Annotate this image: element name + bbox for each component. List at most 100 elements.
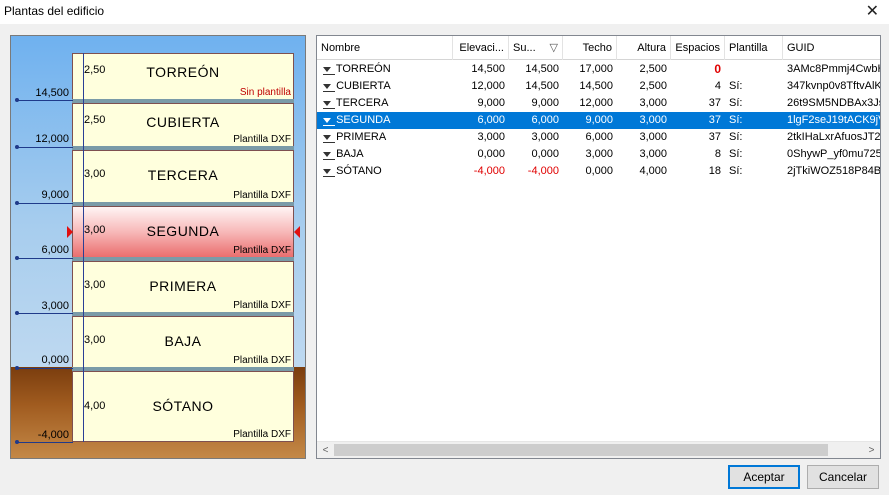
cell-techo: 14,500 <box>579 80 613 92</box>
cell-suelo: 14,500 <box>525 80 559 92</box>
cell-altura: 3,000 <box>639 114 667 126</box>
col-altura[interactable]: Altura <box>617 36 671 60</box>
cell-elevacion: 14,500 <box>471 63 505 75</box>
window-title: Plantas del edificio <box>4 4 105 18</box>
cell-espacios: 8 <box>714 148 721 160</box>
floor-level-icon <box>323 66 335 75</box>
level-label: 6,000 <box>41 244 69 256</box>
cell-altura: 3,000 <box>639 131 667 143</box>
col-nombre[interactable]: Nombre <box>317 36 453 60</box>
level-dot <box>15 98 19 102</box>
table-row[interactable]: TORREÓN 14,500 14,500 17,000 2,500 0 3AM… <box>317 61 880 78</box>
col-guid[interactable]: GUID <box>783 36 880 60</box>
cell-guid: 0ShywP_yf0mu725 <box>787 148 881 160</box>
level-label: 3,000 <box>41 300 69 312</box>
cell-nombre: SÓTANO <box>336 165 382 177</box>
cell-techo: 3,000 <box>585 148 613 160</box>
cancel-button[interactable]: Cancelar <box>807 465 879 489</box>
floor-template: Plantilla DXF <box>233 429 291 440</box>
sort-icon: ▽ <box>549 42 558 54</box>
floor-baja[interactable]: 3,00 BAJA Plantilla DXF <box>72 316 294 368</box>
col-plantilla[interactable]: Plantilla <box>725 36 783 60</box>
cell-altura: 2,500 <box>639 80 667 92</box>
floor-template: Plantilla DXF <box>233 134 291 145</box>
cell-techo: 6,000 <box>585 131 613 143</box>
cell-nombre: TERCERA <box>335 97 389 109</box>
level-line <box>17 442 73 443</box>
cell-techo: 17,000 <box>579 63 613 75</box>
cell-suelo: 14,500 <box>525 63 559 75</box>
title-bar: Plantas del edificio ✕ <box>0 0 889 24</box>
floor-segunda[interactable]: 3,00 SEGUNDA Plantilla DXF <box>72 206 294 258</box>
floor-level-icon <box>323 168 335 177</box>
table-row[interactable]: TERCERA 9,000 9,000 12,000 3,000 37 Sí: … <box>317 95 881 112</box>
cell-nombre: TORREÓN <box>335 63 391 75</box>
floor-cubierta[interactable]: 2,50 CUBIERTA Plantilla DXF <box>72 103 294 147</box>
floor-template: Sin plantilla <box>239 87 291 98</box>
floor-template: Plantilla DXF <box>233 355 291 366</box>
col-elevacion[interactable]: Elevaci... <box>453 36 509 60</box>
close-icon[interactable]: ✕ <box>866 1 879 21</box>
floor-template: Plantilla DXF <box>233 245 291 256</box>
cell-elevacion: 12,000 <box>471 80 505 92</box>
level-dot <box>15 311 19 315</box>
cell-nombre: SEGUNDA <box>336 114 391 126</box>
cell-techo: 9,000 <box>585 114 613 126</box>
cell-suelo: 9,000 <box>531 97 559 109</box>
floor-tercera[interactable]: 3,00 TERCERA Plantilla DXF <box>72 150 294 203</box>
col-techo[interactable]: Techo <box>563 36 617 60</box>
horizontal-scrollbar[interactable]: < > <box>317 441 880 458</box>
level-line <box>17 100 73 101</box>
cell-plantilla: Sí: <box>729 131 743 143</box>
cell-guid: 26t9SM5NDBAx3Js <box>787 97 881 109</box>
accept-button[interactable]: Aceptar <box>728 465 800 489</box>
level-label: 14,500 <box>35 87 69 99</box>
level-label: -4,000 <box>37 429 69 441</box>
floor-level-icon <box>323 151 335 160</box>
floor-name: SEGUNDA <box>146 223 220 239</box>
col-suelo[interactable]: Su... ▽ <box>509 36 563 60</box>
building-section-diagram: 2,50 TORREÓN Sin plantilla 2,50 CUBIERTA… <box>10 35 306 459</box>
cell-guid: 1lgF2seJ19tACK9jV <box>787 114 881 126</box>
scrollbar-thumb[interactable] <box>334 444 828 456</box>
col-suelo-label: Su... <box>513 42 536 54</box>
cell-plantilla: Sí: <box>729 148 743 160</box>
scroll-right-icon[interactable]: > <box>863 442 880 458</box>
level-dot <box>15 256 19 260</box>
cell-plantilla: Sí: <box>729 165 743 177</box>
floor-sotano[interactable]: 4,00 SÓTANO Plantilla DXF <box>72 371 294 442</box>
floor-level-icon <box>323 100 335 109</box>
table-row[interactable]: PRIMERA 3,000 3,000 6,000 3,000 37 Sí: 2… <box>317 129 881 146</box>
cell-guid: 2tkIHaLxrAfuosJT2 <box>787 131 881 143</box>
floor-template: Plantilla DXF <box>233 190 291 201</box>
floor-name: BAJA <box>164 333 202 349</box>
cell-techo: 12,000 <box>579 97 613 109</box>
cell-guid: 347kvnp0v8TftvAlK <box>787 80 881 92</box>
scroll-left-icon[interactable]: < <box>317 442 334 458</box>
cell-espacios: 18 <box>708 165 721 177</box>
floors-table[interactable]: Nombre Elevaci... Su... ▽ Techo Altura Es… <box>316 35 881 459</box>
table-row[interactable]: BAJA 0,000 0,000 3,000 3,000 8 Sí: 0Shyw… <box>317 146 881 163</box>
cell-altura: 3,000 <box>639 148 667 160</box>
cell-plantilla: Sí: <box>729 97 743 109</box>
table-row-selected[interactable]: SEGUNDA 6,000 6,000 9,000 3,000 37 Sí: 1… <box>317 112 881 129</box>
level-line <box>17 203 73 204</box>
floor-primera[interactable]: 3,00 PRIMERA Plantilla DXF <box>72 261 294 313</box>
floor-level-icon <box>323 134 335 143</box>
level-line <box>17 368 73 369</box>
cell-espacios: 37 <box>708 131 721 143</box>
cell-guid: 2jTkiWOZ518P84B4 <box>787 165 881 177</box>
cell-elevacion: -4,000 <box>473 165 505 177</box>
floor-torreon[interactable]: 2,50 TORREÓN Sin plantilla <box>72 53 294 100</box>
cell-altura: 4,000 <box>639 165 667 177</box>
level-label: 9,000 <box>41 189 69 201</box>
floor-level-icon <box>323 83 335 92</box>
cell-altura: 2,500 <box>639 63 667 75</box>
floor-name: TERCERA <box>147 167 219 183</box>
table-row[interactable]: CUBIERTA 12,000 14,500 14,500 2,500 4 Sí… <box>317 78 881 95</box>
cell-nombre: PRIMERA <box>336 131 387 143</box>
cell-techo: 0,000 <box>585 165 613 177</box>
col-espacios[interactable]: Espacios <box>671 36 725 60</box>
floor-template: Plantilla DXF <box>233 300 291 311</box>
table-row[interactable]: SÓTANO -4,000 -4,000 0,000 4,000 18 Sí: … <box>317 163 881 180</box>
